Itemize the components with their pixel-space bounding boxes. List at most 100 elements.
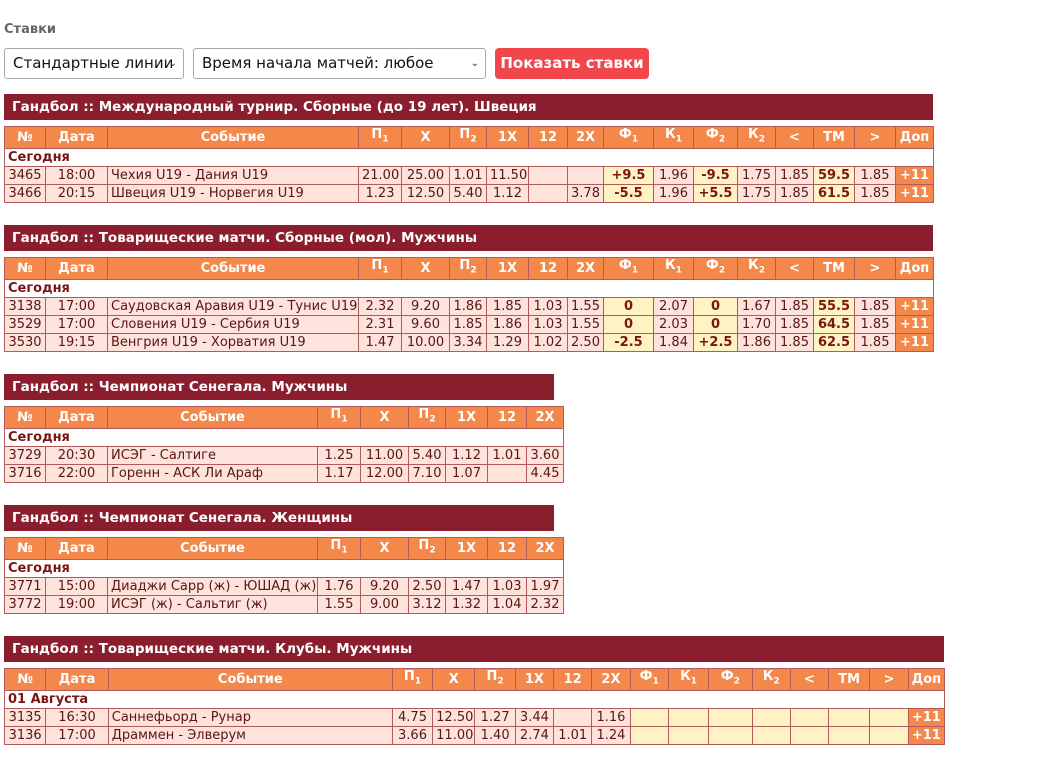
odd-12[interactable] bbox=[528, 184, 568, 203]
event-name[interactable]: Саудовская Аравия U19 - Тунис U19 bbox=[107, 297, 359, 316]
more-bets-link[interactable]: +11 bbox=[895, 297, 934, 316]
more-bets-link[interactable]: +11 bbox=[895, 166, 934, 185]
event-name[interactable]: ИСЭГ (ж) - Сальтиг (ж) bbox=[107, 595, 318, 614]
odd-k1[interactable]: 1.96 bbox=[653, 184, 694, 203]
time-select[interactable]: Время начала матчей: любое ⌄ bbox=[193, 48, 486, 79]
odd-p2[interactable]: 1.01 bbox=[449, 166, 487, 185]
odd-1x[interactable]: 3.44 bbox=[514, 708, 555, 727]
odd-1x[interactable]: 1.12 bbox=[445, 446, 488, 465]
odd-k2[interactable]: 1.75 bbox=[737, 166, 776, 185]
odd-p1[interactable]: 1.76 bbox=[317, 577, 361, 596]
odd-1x[interactable]: 2.74 bbox=[514, 726, 555, 745]
odd-2x[interactable]: 1.55 bbox=[567, 315, 604, 334]
event-name[interactable]: Диаджи Сарр (ж) - ЮШАД (ж) bbox=[107, 577, 318, 596]
odd-over[interactable]: 1.85 bbox=[854, 166, 896, 185]
odd-12[interactable]: 1.01 bbox=[487, 446, 527, 465]
event-name[interactable]: Венгрия U19 - Хорватия U19 bbox=[107, 333, 359, 352]
lines-select[interactable]: Стандартные линии ⌄ bbox=[4, 48, 184, 79]
odd-2x[interactable]: 1.55 bbox=[567, 297, 604, 316]
odd-under[interactable]: 1.85 bbox=[775, 333, 814, 352]
odd-1x[interactable]: 1.85 bbox=[486, 297, 529, 316]
odd-p2[interactable]: 1.85 bbox=[449, 315, 487, 334]
show-bets-button[interactable]: Показать ставки bbox=[495, 48, 649, 79]
odd-12[interactable]: 1.03 bbox=[528, 315, 568, 334]
odd-p2[interactable]: 5.40 bbox=[449, 184, 487, 203]
more-bets-link[interactable]: +11 bbox=[895, 315, 934, 334]
odd-p1[interactable]: 1.25 bbox=[317, 446, 361, 465]
event-name[interactable]: Саннефьорд - Рунар bbox=[107, 708, 393, 727]
odd-k2[interactable]: 1.70 bbox=[737, 315, 776, 334]
odd-p2[interactable]: 2.50 bbox=[408, 577, 446, 596]
odd-1x[interactable]: 1.32 bbox=[445, 595, 488, 614]
odd-12[interactable]: 1.03 bbox=[487, 577, 527, 596]
event-name[interactable]: Словения U19 - Сербия U19 bbox=[107, 315, 359, 334]
odd-2x[interactable]: 1.24 bbox=[591, 726, 631, 745]
odd-x[interactable]: 9.00 bbox=[360, 595, 409, 614]
more-bets-link[interactable]: +11 bbox=[895, 184, 934, 203]
odd-x[interactable]: 11.00 bbox=[360, 446, 409, 465]
odd-p2[interactable]: 1.86 bbox=[449, 297, 487, 316]
odd-x[interactable]: 10.00 bbox=[401, 333, 450, 352]
odd-2x[interactable]: 4.45 bbox=[526, 464, 564, 483]
odd-k1[interactable]: 2.07 bbox=[653, 297, 694, 316]
odd-over[interactable]: 1.85 bbox=[854, 315, 896, 334]
odd-p1[interactable]: 3.66 bbox=[391, 726, 434, 745]
odd-x[interactable]: 12.50 bbox=[401, 184, 450, 203]
odd-x[interactable]: 12.50 bbox=[432, 708, 476, 727]
odd-over[interactable]: 1.85 bbox=[854, 297, 896, 316]
odd-12[interactable]: 1.02 bbox=[528, 333, 568, 352]
odd-12[interactable]: 1.04 bbox=[487, 595, 527, 614]
odd-k1[interactable]: 1.96 bbox=[653, 166, 694, 185]
odd-x[interactable]: 9.20 bbox=[360, 577, 409, 596]
odd-k1[interactable]: 2.03 bbox=[653, 315, 694, 334]
event-name[interactable]: Швеция U19 - Норвегия U19 bbox=[107, 184, 359, 203]
odd-2x[interactable]: 3.78 bbox=[567, 184, 604, 203]
odd-1x[interactable]: 1.29 bbox=[486, 333, 529, 352]
odd-2x[interactable]: 2.32 bbox=[526, 595, 564, 614]
odd-p1[interactable]: 2.31 bbox=[358, 315, 402, 334]
odd-p2[interactable]: 1.40 bbox=[474, 726, 516, 745]
odd-x[interactable]: 25.00 bbox=[401, 166, 450, 185]
odd-k2[interactable]: 1.86 bbox=[737, 333, 776, 352]
odd-p2[interactable]: 1.27 bbox=[474, 708, 516, 727]
event-name[interactable]: Драммен - Элверум bbox=[107, 726, 393, 745]
odd-1x[interactable]: 1.86 bbox=[486, 315, 529, 334]
odd-under[interactable]: 1.85 bbox=[775, 315, 814, 334]
odd-x[interactable]: 11.00 bbox=[432, 726, 476, 745]
event-name[interactable]: ИСЭГ - Салтиге bbox=[107, 446, 318, 465]
event-name[interactable]: Горенн - АСК Ли Араф bbox=[107, 464, 318, 483]
odd-1x[interactable]: 11.50 bbox=[486, 166, 529, 185]
odd-p1[interactable]: 1.47 bbox=[358, 333, 402, 352]
odd-k2[interactable]: 1.67 bbox=[737, 297, 776, 316]
odd-k1[interactable]: 1.84 bbox=[653, 333, 694, 352]
odd-12[interactable]: 1.01 bbox=[553, 726, 593, 745]
odd-2x[interactable]: 2.50 bbox=[567, 333, 604, 352]
event-name[interactable]: Чехия U19 - Дания U19 bbox=[107, 166, 359, 185]
odd-p2[interactable]: 5.40 bbox=[408, 446, 446, 465]
odd-p2[interactable]: 3.12 bbox=[408, 595, 446, 614]
odd-k2[interactable]: 1.75 bbox=[737, 184, 776, 203]
odd-p2[interactable]: 3.34 bbox=[449, 333, 487, 352]
odd-2x[interactable]: 1.97 bbox=[526, 577, 564, 596]
odd-p1[interactable]: 1.23 bbox=[358, 184, 402, 203]
more-bets-link[interactable]: +11 bbox=[895, 333, 934, 352]
odd-12[interactable] bbox=[553, 708, 593, 727]
odd-12[interactable] bbox=[487, 464, 527, 483]
odd-p1[interactable]: 2.32 bbox=[358, 297, 402, 316]
odd-p1[interactable]: 4.75 bbox=[391, 708, 434, 727]
odd-under[interactable]: 1.85 bbox=[775, 184, 814, 203]
odd-over[interactable]: 1.85 bbox=[854, 184, 896, 203]
odd-2x[interactable] bbox=[567, 166, 604, 185]
odd-under[interactable]: 1.85 bbox=[775, 166, 814, 185]
odd-over[interactable]: 1.85 bbox=[854, 333, 896, 352]
odd-p1[interactable]: 1.17 bbox=[317, 464, 361, 483]
more-bets-link[interactable]: +11 bbox=[907, 708, 946, 727]
odd-x[interactable]: 9.20 bbox=[401, 297, 450, 316]
odd-1x[interactable]: 1.47 bbox=[445, 577, 488, 596]
odd-1x[interactable]: 1.07 bbox=[445, 464, 488, 483]
odd-2x[interactable]: 1.16 bbox=[591, 708, 631, 727]
odd-x[interactable]: 9.60 bbox=[401, 315, 450, 334]
odd-12[interactable] bbox=[528, 166, 568, 185]
odd-p1[interactable]: 1.55 bbox=[317, 595, 361, 614]
odd-12[interactable]: 1.03 bbox=[528, 297, 568, 316]
